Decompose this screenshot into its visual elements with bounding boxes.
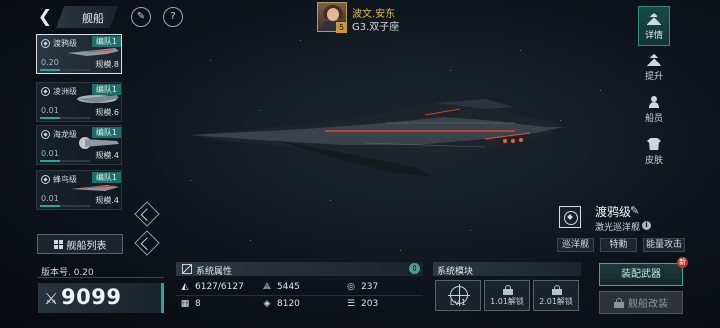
player-server: G3.双子座 (352, 22, 400, 33)
ship-class-icon (41, 87, 50, 96)
lock-icon (614, 297, 624, 308)
attributes-icon (182, 264, 192, 274)
nav-label: 提升 (644, 72, 663, 82)
equip-weapons-button[interactable]: 装配武器 (599, 263, 683, 286)
ship-class-icon (41, 130, 50, 139)
ship-class-icon (41, 175, 50, 184)
nav-skins[interactable]: 皮肤 (638, 132, 670, 172)
ship-scale: 规模.4 (95, 151, 119, 160)
ship-version: 0.01 (41, 149, 59, 158)
nav-label: 船员 (644, 114, 663, 124)
formation-icon-button[interactable] (134, 201, 160, 227)
grid-cells-icon: ▦ (180, 299, 190, 309)
expand-toggle-icon[interactable]: ⇕ (409, 263, 420, 274)
module-slot-label: 1.01解锁 (490, 297, 524, 306)
ship-version: 0.01 (41, 106, 59, 115)
ship-thumbnail (77, 95, 119, 103)
ship-version: 0.01 (41, 194, 59, 203)
combat-power-value: 9099 (61, 285, 122, 309)
fleet-list-button[interactable]: 舰船列表 (37, 234, 123, 254)
attributes-grid: ◭ 6127/6127 ⟁ 5445 ◎ 237 ▦ 8 ◈ 8120 ☰ 203 (176, 279, 423, 312)
ship-class-icon (559, 206, 581, 228)
ship-subtype: 激光巡洋舰 (595, 223, 641, 233)
nav-label: 详情 (644, 31, 663, 41)
attr-target: ◈ 8120 (263, 299, 300, 309)
rocket-icon-button[interactable]: ✎ (131, 7, 151, 27)
attr-speed: ◎ 237 (347, 282, 379, 292)
trait-tag: 巡洋舰 (557, 238, 594, 252)
skin-icon (647, 138, 661, 150)
stack-icon: ☰ (346, 299, 356, 309)
ship-refit-button[interactable]: 舰船改装 (599, 291, 683, 314)
attr-structure: ⟁ 5445 (262, 282, 300, 292)
ship-name: 渡鸦级 (595, 205, 632, 219)
ship-model-image (190, 99, 563, 177)
fleet-list-label: 舰船列表 (66, 240, 107, 252)
nav-details[interactable]: 详情 (638, 6, 670, 46)
nav-upgrade[interactable]: 提升 (638, 48, 670, 88)
trait-tag: 特勤 (600, 238, 637, 252)
ship-scale: 规模.4 (95, 196, 119, 205)
module-slot-locked[interactable]: 2.01解锁 (533, 280, 579, 311)
back-button[interactable]: ❮ (34, 7, 56, 27)
fleet-ship-card[interactable]: 海龙级 编队1 0.01 规模.4 (36, 125, 122, 165)
speed-icon: ◎ (347, 282, 355, 292)
target-icon: ◈ (263, 299, 271, 309)
trait-tag: 能量攻击 (643, 238, 685, 252)
crossed-swords-icon: ⚔ (44, 289, 59, 308)
ship-scale: 规模.8 (95, 60, 119, 69)
module-slot-label: 2.01解锁 (539, 297, 573, 306)
ship-refit-label: 舰船改装 (628, 299, 668, 310)
fleet-ship-card[interactable]: 蜂鸟级 编队1 0.01 规模.4 (36, 170, 122, 210)
attr-grid: ▦ 8 (180, 299, 201, 309)
help-icon-button[interactable]: ? (163, 7, 183, 27)
lock-icon (552, 285, 562, 295)
attr-stack: ☰ 203 (346, 299, 379, 309)
page-title: 舰船 (82, 12, 104, 25)
grid-icon (53, 239, 63, 249)
ship-thumbnail (67, 48, 119, 56)
info-icon[interactable]: i (642, 221, 651, 230)
ship-thumbnail (79, 137, 119, 149)
armor-icon: ◭ (181, 282, 189, 292)
module-slot-locked[interactable]: 1.01解锁 (484, 280, 530, 311)
lock-icon (503, 285, 513, 295)
ship-scale: 规模.6 (95, 108, 119, 117)
fleet-ship-card[interactable]: 渡鸦级 编队1 0.20 规模.8 (36, 34, 122, 74)
nav-label: 皮肤 (644, 156, 663, 166)
module-slot[interactable]: Lv.1 (435, 280, 481, 311)
player-level-badge: 5 (336, 22, 347, 33)
ship-version: 0.20 (41, 58, 59, 67)
new-badge: 新 (677, 257, 688, 268)
attr-armor: ◭ 6127/6127 (181, 282, 244, 292)
edit-icon[interactable]: ✎ (630, 204, 639, 217)
ship-thumbnail (71, 185, 119, 191)
fleet-switch-icon-button[interactable] (134, 230, 160, 256)
upgrade-icon (647, 54, 661, 66)
details-icon (647, 13, 661, 25)
crew-icon (647, 96, 661, 108)
modules-title: 系统模块 (437, 267, 474, 277)
nav-crew[interactable]: 船员 (638, 90, 670, 130)
fleet-ship-card[interactable]: 凌洲级 编队1 0.01 规模.6 (36, 82, 122, 122)
module-slot-label: Lv.1 (449, 298, 467, 307)
structure-icon: ⟁ (262, 282, 272, 292)
attributes-title: 系统属性 (196, 267, 233, 277)
ship-class-icon (41, 39, 50, 48)
